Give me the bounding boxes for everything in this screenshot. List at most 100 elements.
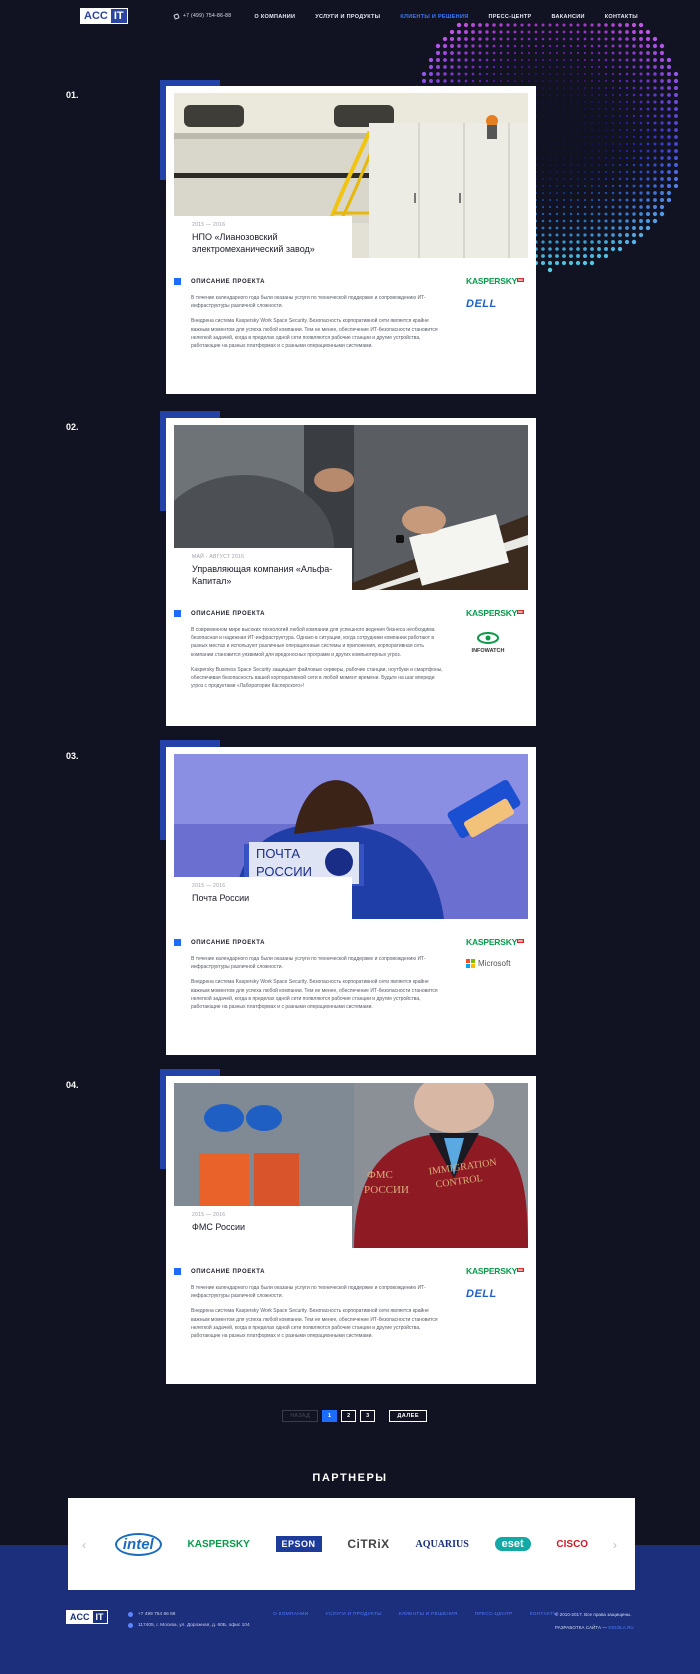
footer-phone-row[interactable]: +7 499 754 86 88 (128, 1612, 250, 1617)
phone-icon (128, 1612, 133, 1617)
desc-paragraph: Внедрена система Kaspersky Work Space Se… (191, 979, 438, 1011)
footer-nav-clients[interactable]: КЛИЕНТЫ И РЕШЕНИЯ (399, 1612, 458, 1617)
footer-address: 117405, г. Москва, ул. Дорожная, д. 60Б,… (138, 1623, 250, 1628)
nav-item-clients[interactable]: КЛИЕНТЫ И РЕШЕНИЯ (400, 14, 468, 20)
phone-icon (173, 12, 180, 20)
footer-nav-press[interactable]: ПРЕСС-ЦЕНТР (475, 1612, 513, 1617)
partner-logo-intel[interactable]: intel (114, 1532, 162, 1556)
bullet-square-icon (174, 1268, 181, 1275)
project-number: 03. (66, 751, 79, 761)
logo-part-left: ACC (81, 9, 111, 23)
partner-logo-aquarius[interactable]: AQUARIUS (415, 1539, 468, 1550)
nav-item-contacts[interactable]: КОНТАКТЫ (605, 14, 638, 20)
infowatch-label: INFOWATCH (471, 648, 505, 654)
developer-label: РАЗРАБОТКА САЙТА — (555, 1625, 607, 1630)
project-description: ОПИСАНИЕ ПРОЕКТА В течение календарного … (174, 1268, 444, 1340)
partner-logo-cisco[interactable]: CISCO (556, 1539, 588, 1550)
project-title-box: 2015 — 2016 Почта России (174, 877, 352, 919)
desc-paragraph: Внедрена система Kaspersky Work Space Se… (191, 1308, 438, 1340)
desc-paragraph: В течение календарного года были оказаны… (191, 956, 426, 971)
project-title-box: 2015 — 2016 ФМС России (174, 1206, 352, 1248)
page-button-1[interactable]: 1 (322, 1410, 338, 1422)
header-phone[interactable]: +7 (499) 754-86-88 (173, 12, 232, 20)
carousel-prev-arrow-icon[interactable]: ‹ (82, 1538, 86, 1552)
dell-logo: DELL (466, 298, 497, 310)
project-title-box: МАЙ - АВГУСТ 2016 Управляющая компания «… (174, 548, 352, 590)
footer-phone: +7 499 754 86 88 (138, 1612, 176, 1617)
header-phone-number: +7 (499) 754-86-88 (183, 13, 232, 19)
project-number: 02. (66, 422, 79, 432)
desc-heading-text: ОПИСАНИЕ ПРОЕКТА (191, 1268, 266, 1275)
desc-heading: ОПИСАНИЕ ПРОЕКТА (174, 278, 444, 285)
carousel-next-arrow-icon[interactable]: › (613, 1538, 617, 1552)
nav-item-about[interactable]: О КОМПАНИИ (254, 14, 295, 20)
page-button-3[interactable]: 3 (360, 1410, 376, 1422)
project-years: МАЙ - АВГУСТ 2016 (192, 554, 245, 560)
nav-item-vacancies[interactable]: ВАКАНСИИ (552, 14, 585, 20)
project-title-box: 2015 — 2016 НПО «Лианозовский электромех… (174, 216, 352, 258)
partner-logo-kaspersky[interactable]: KASPERSKY (188, 1539, 250, 1550)
project-years: 2015 — 2016 (192, 883, 226, 889)
desc-paragraph: Внедрена система Kaspersky Work Space Se… (191, 318, 438, 350)
project-title[interactable]: Почта России (192, 892, 352, 904)
location-pin-icon (128, 1623, 133, 1628)
footer-contacts: +7 499 754 86 88 117405, г. Москва, ул. … (128, 1612, 250, 1634)
bullet-square-icon (174, 610, 181, 617)
partner-logo-citrix[interactable]: CiTRiX (347, 1537, 389, 1551)
nav-item-press[interactable]: ПРЕСС-ЦЕНТР (488, 14, 531, 20)
microsoft-icon (466, 959, 475, 968)
microsoft-label: Microsoft (478, 959, 511, 968)
kaspersky-logo: KASPERSKYlab (466, 937, 524, 947)
project-title[interactable]: Управляющая компания «Альфа-Капитал» (192, 563, 352, 587)
prev-page-button[interactable]: НАЗАД (282, 1410, 318, 1422)
desc-heading-text: ОПИСАНИЕ ПРОЕКТА (191, 939, 266, 946)
header: ACC IT +7 (499) 754-86-88 О КОМПАНИИ УСЛ… (0, 0, 700, 34)
project-description: ОПИСАНИЕ ПРОЕКТА В течение календарного … (174, 278, 444, 350)
project-number: 04. (66, 1080, 79, 1090)
desc-heading-text: ОПИСАНИЕ ПРОЕКТА (191, 278, 266, 285)
main-nav: О КОМПАНИИ УСЛУГИ И ПРОДУКТЫ КЛИЕНТЫ И Р… (254, 14, 638, 20)
footer-logo-left: ACC (67, 1611, 93, 1623)
infowatch-logo: INFOWATCH (466, 630, 510, 654)
nav-item-services[interactable]: УСЛУГИ И ПРОДУКТЫ (315, 14, 380, 20)
partners-title: ПАРТНЕРЫ (312, 1472, 388, 1484)
desc-text: В течение календарного года были оказаны… (191, 1284, 444, 1340)
partner-logo-epson[interactable]: EPSON (275, 1536, 322, 1552)
kaspersky-logo: KASPERSKYlab (466, 1266, 524, 1276)
project-brands: KASPERSKYlab INFOWATCH (466, 608, 526, 666)
project-title[interactable]: НПО «Лианозовский электромеханический за… (192, 231, 352, 255)
footer-address-row: 117405, г. Москва, ул. Дорожная, д. 60Б,… (128, 1623, 250, 1628)
desc-heading: ОПИСАНИЕ ПРОЕКТА (174, 610, 444, 617)
logo-part-right: IT (110, 9, 127, 23)
footer-nav: О КОМПАНИИ УСЛУГИ И ПРОДУКТЫ КЛИЕНТЫ И Р… (273, 1612, 558, 1617)
desc-paragraph: В течение календарного года были оказаны… (191, 295, 426, 310)
bullet-square-icon (174, 939, 181, 946)
footer-nav-contacts[interactable]: КОНТАКТЫ (530, 1612, 558, 1617)
project-card: ПОЧТА РОССИИ 2015 — 2016 Почта России ОП… (166, 747, 536, 1055)
page-button-2[interactable]: 2 (341, 1410, 357, 1422)
footer-logo-right: IT (92, 1611, 107, 1623)
project-card: ФМС РОССИИ IMMIGRATION CONTROL 2015 — 20… (166, 1076, 536, 1384)
project-number: 01. (66, 90, 79, 100)
project-title[interactable]: ФМС России (192, 1221, 352, 1233)
desc-heading-text: ОПИСАНИЕ ПРОЕКТА (191, 610, 266, 617)
next-page-button[interactable]: ДАЛЕЕ (389, 1410, 428, 1422)
copyright: © 2010-2017. Все права защищены. (555, 1612, 632, 1617)
project-card: МАЙ - АВГУСТ 2016 Управляющая компания «… (166, 418, 536, 726)
infowatch-eye-icon (477, 632, 499, 644)
project-card: 2015 — 2016 НПО «Лианозовский электромех… (166, 86, 536, 394)
site-logo[interactable]: ACC IT (80, 8, 128, 24)
partner-logo-eset[interactable]: eset (494, 1537, 531, 1551)
footer-nav-services[interactable]: УСЛУГИ И ПРОДУКТЫ (326, 1612, 382, 1617)
desc-paragraph: В современном мире высоких технологий лю… (191, 627, 435, 658)
project-description: ОПИСАНИЕ ПРОЕКТА В течение календарного … (174, 939, 444, 1011)
pagination: НАЗАД 1 2 3 ДАЛЕЕ (282, 1410, 428, 1422)
footer-logo[interactable]: ACC IT (66, 1610, 108, 1624)
desc-heading: ОПИСАНИЕ ПРОЕКТА (174, 939, 444, 946)
project-description: ОПИСАНИЕ ПРОЕКТА В современном мире высо… (174, 610, 444, 690)
footer-nav-about[interactable]: О КОМПАНИИ (273, 1612, 309, 1617)
project-brands: KASPERSKYlab Microsoft (466, 937, 526, 980)
developer-link[interactable]: GIGOLA.RU (608, 1625, 634, 1630)
pochta-line1: ПОЧТА (256, 846, 300, 861)
kaspersky-logo: KASPERSKYlab (466, 608, 524, 618)
